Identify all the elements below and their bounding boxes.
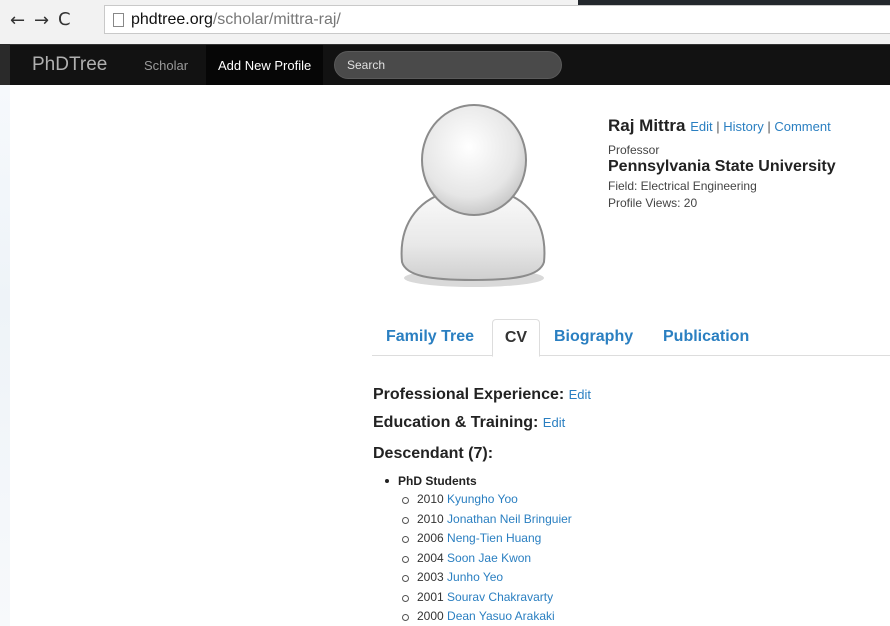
nav-add-new-profile[interactable]: Add New Profile: [206, 45, 324, 85]
page-icon: [113, 13, 124, 27]
profile-info: Raj Mittra Edit | History | Comment Prof…: [608, 116, 836, 210]
student-link[interactable]: Dean Yasuo Arakaki: [447, 609, 555, 623]
profile-field: Field: Electrical Engineering: [608, 179, 757, 193]
separator: |: [716, 119, 720, 134]
profile-role: Professor: [608, 143, 660, 157]
student-year: 2004: [417, 550, 444, 565]
phd-students-heading: PhD Students: [382, 474, 572, 488]
students-list: 2010 Kyungho Yoo 2010 Jonathan Neil Brin…: [382, 490, 572, 626]
tab-biography[interactable]: Biography: [554, 319, 633, 356]
student-year: 2000: [417, 609, 444, 623]
url-path: /scholar/mittra-raj/: [212, 11, 341, 28]
history-link[interactable]: History: [723, 119, 763, 134]
brand-logo[interactable]: PhDTree: [32, 54, 107, 76]
education-heading: Education & Training: Edit: [373, 414, 565, 432]
tab-family-tree[interactable]: Family Tree: [386, 319, 474, 356]
profile-tabs: Family Tree CV Biography Publication: [372, 319, 890, 357]
list-item: 2001 Sourav Chakravarty: [382, 588, 572, 608]
descendant-heading: Descendant (7):: [373, 445, 494, 462]
profile-views: Profile Views: 20: [608, 196, 698, 210]
list-item: 2003 Junho Yeo: [382, 568, 572, 588]
student-link[interactable]: Neng-Tien Huang: [447, 531, 541, 545]
search-input[interactable]: [334, 51, 562, 79]
professional-experience-label: Professional Experience:: [373, 386, 565, 403]
student-link[interactable]: Jonathan Neil Bringuier: [447, 512, 572, 526]
left-background: [0, 85, 10, 626]
site-navbar: PhDTree Scholar Add New Profile: [10, 44, 890, 85]
profile-university[interactable]: Pennsylvania State University: [608, 158, 836, 176]
separator: |: [767, 119, 771, 134]
edit-profile-link[interactable]: Edit: [690, 119, 712, 134]
student-year: 2006: [417, 531, 444, 545]
forward-arrow-icon[interactable]: →: [34, 12, 49, 30]
education-label: Education & Training:: [373, 414, 539, 431]
student-link[interactable]: Soon Jae Kwon: [447, 551, 531, 565]
list-item: 2010 Kyungho Yoo: [382, 490, 572, 510]
student-link[interactable]: Sourav Chakravarty: [447, 590, 553, 604]
list-item: 2004 Soon Jae Kwon: [382, 549, 572, 569]
url-host: phdtree.org: [131, 11, 213, 28]
reload-icon[interactable]: C: [58, 11, 71, 29]
student-year: 2001: [417, 589, 444, 604]
window-edge: [578, 0, 890, 5]
address-bar[interactable]: phdtree.org/scholar/mittra-raj/: [104, 5, 890, 34]
tab-publication[interactable]: Publication: [663, 319, 749, 356]
navbar-edge: [0, 44, 10, 85]
avatar-icon: [400, 104, 546, 287]
student-link[interactable]: Kyungho Yoo: [447, 492, 518, 506]
nav-scholar[interactable]: Scholar: [144, 58, 188, 73]
professional-experience-heading: Professional Experience: Edit: [373, 386, 591, 404]
student-link[interactable]: Junho Yeo: [447, 570, 503, 584]
student-year: 2010: [417, 511, 444, 526]
phd-students-list: PhD Students 2010 Kyungho Yoo 2010 Jonat…: [382, 474, 572, 626]
profile-name: Raj Mittra: [608, 116, 686, 135]
list-item: 2006 Neng-Tien Huang: [382, 529, 572, 549]
comment-link[interactable]: Comment: [774, 119, 830, 134]
list-item: 2010 Jonathan Neil Bringuier: [382, 510, 572, 530]
student-year: 2010: [417, 492, 444, 506]
edit-experience-link[interactable]: Edit: [569, 387, 591, 402]
tab-cv[interactable]: CV: [492, 319, 540, 357]
url-text[interactable]: phdtree.org/scholar/mittra-raj/: [131, 11, 341, 29]
back-arrow-icon[interactable]: ←: [10, 12, 25, 30]
list-item: 2000 Dean Yasuo Arakaki: [382, 607, 572, 626]
student-year: 2003: [417, 570, 444, 584]
browser-toolbar: ← → C phdtree.org/scholar/mittra-raj/: [0, 0, 890, 44]
profile-name-line: Raj Mittra Edit | History | Comment: [608, 116, 836, 136]
edit-education-link[interactable]: Edit: [543, 415, 565, 430]
